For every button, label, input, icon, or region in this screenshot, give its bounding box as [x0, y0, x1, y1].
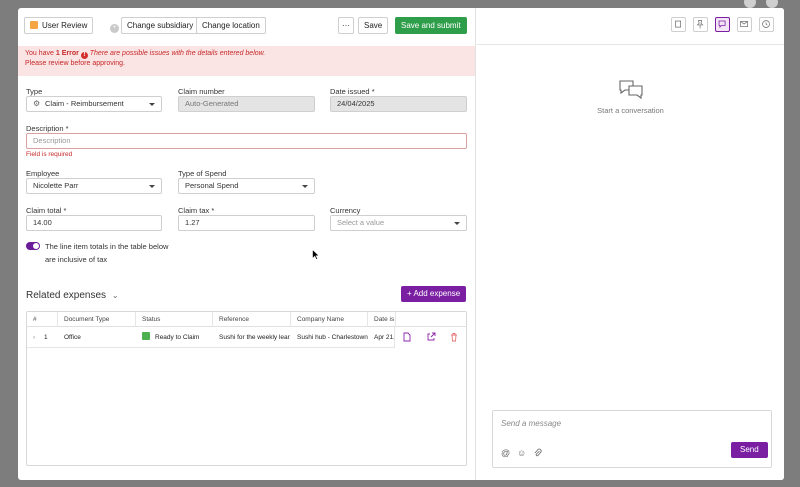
- related-expenses-table: # Document Type Status Reference Company…: [26, 311, 467, 466]
- modal-toolbar: User Review + Change subsidiary Change l…: [24, 17, 467, 35]
- claim-tax-label: Claim tax *: [178, 206, 215, 215]
- currency-label: Currency: [330, 206, 361, 215]
- pin-icon[interactable]: [693, 17, 708, 32]
- employee-select[interactable]: Nicolette Parr: [26, 178, 162, 194]
- message-composer[interactable]: Send a message @ ☺ Send: [492, 410, 772, 468]
- chevron-down-icon: [454, 222, 460, 225]
- note-icon[interactable]: [671, 17, 686, 32]
- chat-bubbles-icon: [618, 80, 643, 100]
- change-location-button[interactable]: Change location: [196, 17, 266, 34]
- table-header: # Document Type Status Reference Company…: [27, 312, 466, 327]
- claim-number-label: Claim number: [178, 87, 225, 96]
- row-reference: Sushi for the weekly lear: [219, 334, 290, 341]
- date-issued-field[interactable]: 24/04/2025: [330, 96, 467, 112]
- add-expense-button[interactable]: + Add expense: [401, 286, 467, 302]
- chevron-down-icon[interactable]: ⌄: [112, 291, 119, 300]
- claim-tax-input[interactable]: 1.27: [178, 215, 315, 231]
- status-indicator-icon: [142, 332, 150, 340]
- review-status-icon: [30, 21, 38, 29]
- expand-row-icon[interactable]: ›: [27, 327, 41, 348]
- attachment-icon[interactable]: [533, 448, 543, 458]
- date-issued-label: Date issued *: [330, 87, 375, 96]
- history-clock-icon[interactable]: [759, 17, 774, 32]
- description-label: Description *: [26, 124, 69, 133]
- error-icon: !: [80, 52, 88, 59]
- mention-icon[interactable]: @: [501, 448, 511, 458]
- table-row[interactable]: › 1 Office Ready to Claim Sushi for the …: [27, 327, 466, 348]
- divider: [477, 44, 784, 45]
- message-input[interactable]: Send a message: [501, 419, 561, 428]
- tax-inclusive-label-line2: are inclusive of tax: [45, 255, 108, 264]
- claim-form-pane: User Review + Change subsidiary Change l…: [18, 8, 476, 480]
- claim-total-input[interactable]: 14.00: [26, 215, 162, 231]
- tax-inclusive-label-line1: The line item totals in the table below: [45, 242, 169, 251]
- expense-claim-modal: User Review + Change subsidiary Change l…: [18, 8, 784, 480]
- type-of-spend-label: Type of Spend: [178, 169, 227, 178]
- empty-conversation-text: Start a conversation: [597, 106, 664, 115]
- employee-label: Employee: [26, 169, 60, 178]
- more-actions-button[interactable]: ···: [338, 17, 354, 34]
- currency-select[interactable]: Select a value: [330, 215, 467, 231]
- document-icon[interactable]: [402, 332, 412, 342]
- info-icon: +: [110, 24, 119, 33]
- column-header[interactable]: Company Name: [291, 312, 368, 327]
- save-and-submit-button[interactable]: Save and submit: [395, 17, 467, 34]
- row-company: Sushi hub - Charlestown: [297, 334, 368, 341]
- type-select[interactable]: ⚙ Claim - Reimbursement: [26, 96, 162, 112]
- send-button[interactable]: Send: [731, 442, 768, 458]
- tax-inclusive-toggle[interactable]: [26, 242, 40, 250]
- claim-total-label: Claim total *: [26, 206, 67, 215]
- open-external-icon[interactable]: [426, 332, 436, 342]
- row-actions: [394, 327, 466, 348]
- chevron-down-icon: [302, 185, 308, 188]
- trash-icon[interactable]: [449, 332, 459, 342]
- chevron-down-icon: [149, 185, 155, 188]
- error-count: 1 Error: [55, 50, 79, 57]
- save-button[interactable]: Save: [358, 17, 389, 34]
- column-header[interactable]: #: [27, 312, 58, 327]
- type-of-spend-select[interactable]: Personal Spend: [178, 178, 315, 194]
- chevron-down-icon: [149, 103, 155, 106]
- mail-icon[interactable]: [737, 17, 752, 32]
- column-header[interactable]: Document Type: [58, 312, 136, 327]
- column-header[interactable]: Date is: [368, 312, 396, 327]
- conversation-pane: Start a conversation Send a message @ ☺ …: [477, 8, 784, 480]
- row-status: Ready to Claim: [136, 327, 213, 348]
- type-label: Type: [26, 87, 43, 96]
- comments-icon[interactable]: [715, 17, 730, 32]
- empty-conversation: Start a conversation: [477, 78, 784, 115]
- error-banner: You have 1 Error ! There are possible is…: [18, 46, 475, 76]
- description-error: Field is required: [26, 151, 73, 158]
- row-index: 1: [44, 334, 48, 341]
- emoji-icon[interactable]: ☺: [517, 448, 527, 458]
- related-expenses-title[interactable]: Related expenses ⌄: [26, 290, 119, 301]
- row-date: Apr 21,: [374, 334, 395, 341]
- mouse-cursor-icon: [312, 249, 320, 260]
- description-input[interactable]: Description: [26, 133, 467, 149]
- change-subsidiary-button[interactable]: Change subsidiary: [121, 17, 200, 34]
- column-header[interactable]: Status: [136, 312, 213, 327]
- user-review-button[interactable]: User Review: [24, 17, 94, 34]
- claim-number-field: Auto-Generated: [178, 96, 315, 112]
- gear-icon: ⚙: [33, 99, 41, 108]
- row-document-type: Office: [64, 334, 81, 341]
- column-header[interactable]: Reference: [213, 312, 291, 327]
